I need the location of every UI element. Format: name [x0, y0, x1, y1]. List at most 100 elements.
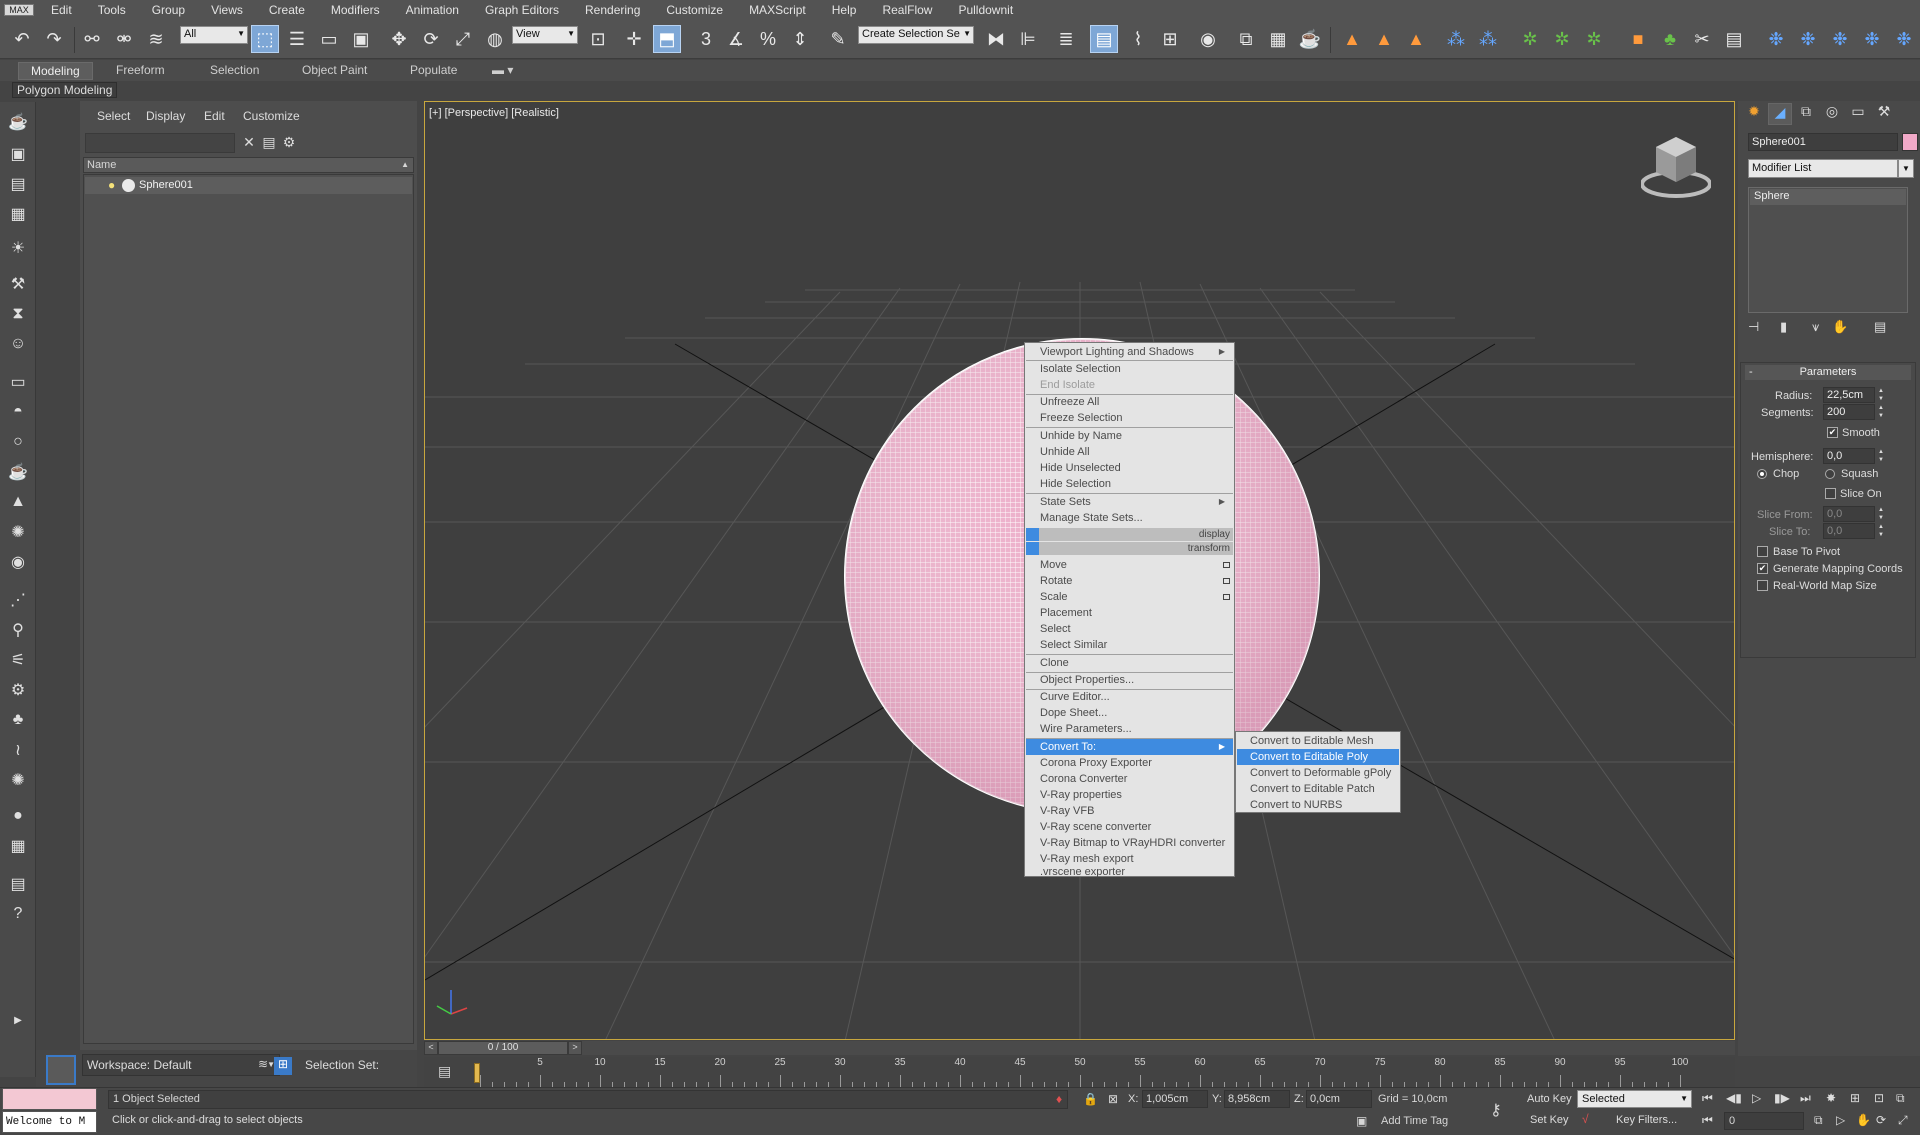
menu-realflow[interactable]: RealFlow	[869, 3, 945, 17]
menu-item-hide-selection[interactable]: Hide Selection	[1026, 476, 1233, 492]
current-frame-field[interactable]: 0	[1724, 1112, 1804, 1130]
menu-item-vray-bitmap-converter[interactable]: V-Ray Bitmap to VRayHDRI converter	[1026, 835, 1233, 851]
forest-pro-icon[interactable]: ■	[1624, 25, 1652, 53]
menu-item-vray-mesh-export[interactable]: V-Ray mesh export	[1026, 851, 1233, 867]
menu-maxscript[interactable]: MAXScript	[736, 3, 819, 17]
field-of-view-icon[interactable]: ⊡	[1874, 1091, 1884, 1105]
z-coordinate-field[interactable]: 0,0cm	[1306, 1090, 1372, 1108]
parameters-rollout-header[interactable]: - Parameters	[1745, 365, 1911, 380]
x-coordinate-field[interactable]: 1,005cm	[1142, 1090, 1208, 1108]
railclone-icon[interactable]: ♣	[1656, 25, 1684, 53]
object-color-swatch[interactable]	[1902, 133, 1918, 151]
set-key-button[interactable]: Set Key	[1530, 1114, 1569, 1126]
edit-named-selection-icon[interactable]: ✎	[824, 25, 852, 53]
absolute-mode-icon[interactable]: ⊠	[1108, 1092, 1118, 1106]
auto-key-button[interactable]: Auto Key	[1527, 1093, 1572, 1105]
maximize-viewport-icon[interactable]: ⧉	[1896, 1091, 1905, 1106]
time-config-icon[interactable]: ⧉	[1814, 1113, 1823, 1128]
menu-item-curve-editor[interactable]: Curve Editor...	[1026, 689, 1233, 705]
menu-rendering[interactable]: Rendering	[572, 3, 653, 17]
spinner-snap-icon[interactable]: ⇕	[786, 25, 814, 53]
document-icon[interactable]: ▤	[6, 872, 30, 896]
pulldownit-shatter-icon[interactable]: ⁂	[1474, 25, 1502, 53]
menu-item-unhide-by-name[interactable]: Unhide by Name	[1026, 428, 1233, 444]
key-mode-dropdown[interactable]: Selected	[1577, 1090, 1692, 1108]
tab-freeform[interactable]: Freeform	[104, 62, 177, 80]
place-icon[interactable]: ◍	[481, 25, 509, 53]
smooth-checkbox[interactable]: ✔	[1827, 427, 1838, 438]
generate-mapping-checkbox[interactable]: ✔	[1757, 563, 1768, 574]
vray-light-icon[interactable]: ❉	[1762, 25, 1790, 53]
menu-item-select-similar[interactable]: Select Similar	[1026, 637, 1233, 653]
time-slider-thumb[interactable]: 0 / 100	[438, 1041, 568, 1055]
mirror-icon[interactable]: ⧓	[982, 25, 1010, 53]
tab-object-paint[interactable]: Object Paint	[290, 62, 379, 80]
render-production-icon[interactable]: ☕	[1296, 25, 1324, 53]
menu-create[interactable]: Create	[256, 3, 318, 17]
people-icon[interactable]: ☺	[6, 332, 30, 356]
chop-radio[interactable]	[1757, 469, 1767, 479]
menu-item-vrscene-exporter[interactable]: .vrscene exporter	[1026, 867, 1233, 878]
workspace-dropdown[interactable]: Workspace: Default	[82, 1054, 280, 1076]
window-crossing-icon[interactable]: ▣	[347, 25, 375, 53]
clear-search-icon[interactable]: ✕	[240, 134, 258, 152]
material-editor-icon[interactable]: ◉	[1194, 25, 1222, 53]
explorer-menu-edit[interactable]: Edit	[204, 109, 225, 123]
vray-proxy-icon[interactable]: ❉	[1858, 25, 1886, 53]
selection-filter-dropdown[interactable]: All	[180, 26, 248, 44]
menu-graph-editors[interactable]: Graph Editors	[472, 3, 572, 17]
radius-spinner[interactable]: ▲ ▼	[1877, 387, 1885, 403]
menu-item-scale[interactable]: Scale	[1026, 589, 1233, 605]
schematic-view-icon[interactable]: ⊞	[1156, 25, 1184, 53]
curve-editor-icon[interactable]: ⌇	[1124, 25, 1152, 53]
create-tab-icon[interactable]: ✹	[1742, 103, 1766, 125]
camera-icon[interactable]: ▣	[6, 142, 30, 166]
sphere-icon[interactable]: ○	[6, 430, 30, 454]
bind-spacewarp-icon[interactable]: ≋	[142, 25, 170, 53]
notes-icon[interactable]: ▤	[6, 172, 30, 196]
light-bulb-icon[interactable]: ●	[108, 178, 115, 192]
explorer-column-header[interactable]: Name ▲	[83, 157, 414, 173]
vray-fur-icon[interactable]: ❉	[1890, 25, 1918, 53]
menu-customize[interactable]: Customize	[653, 3, 736, 17]
rig-icon[interactable]: ⚟	[6, 648, 30, 672]
submenu-item-editable-poly[interactable]: Convert to Editable Poly	[1237, 749, 1399, 765]
menu-item-rotate[interactable]: Rotate	[1026, 573, 1233, 589]
hierarchy-tab-icon[interactable]: ⧉	[1794, 103, 1818, 125]
menu-tools[interactable]: Tools	[85, 3, 139, 17]
mini-curve-editor-icon[interactable]: ▤	[438, 1063, 451, 1080]
add-time-tag-button[interactable]: Add Time Tag	[1381, 1115, 1448, 1127]
bone-icon[interactable]: ⚲	[6, 618, 30, 642]
layer-manager-icon[interactable]: ≣	[1052, 25, 1080, 53]
menu-group[interactable]: Group	[139, 3, 198, 17]
make-unique-icon[interactable]: ⩛	[1812, 319, 1819, 335]
configure-sets-icon[interactable]: ▤	[1874, 319, 1886, 335]
redo-icon[interactable]: ↷	[40, 25, 68, 53]
pan-icon[interactable]: ✋	[1856, 1113, 1871, 1127]
expand-arrow-icon[interactable]: ▶	[6, 1008, 30, 1032]
rendered-frame-window-icon[interactable]: ▦	[1264, 25, 1292, 53]
motion-tab-icon[interactable]: ◎	[1820, 103, 1844, 125]
orbit-icon[interactable]: ▷	[1836, 1113, 1845, 1127]
maxscript-mini-listener[interactable]	[2, 1088, 97, 1110]
menu-item-state-sets[interactable]: State Sets ▶	[1026, 494, 1233, 510]
menu-item-wire-parameters[interactable]: Wire Parameters...	[1026, 721, 1233, 737]
render-setup-icon[interactable]: ⧉	[1232, 25, 1260, 53]
zoom-extents-icon[interactable]: ✸	[1826, 1091, 1836, 1105]
explorer-menu-select[interactable]: Select	[97, 109, 130, 123]
align-icon[interactable]: ⊫	[1014, 25, 1042, 53]
segments-spinner[interactable]: ▲ ▼	[1877, 404, 1885, 420]
realflow-scene-icon[interactable]: ▲	[1402, 25, 1430, 53]
y-coordinate-field[interactable]: 8,958cm	[1224, 1090, 1290, 1108]
menu-help[interactable]: Help	[819, 3, 870, 17]
menu-item-isolate-selection[interactable]: Isolate Selection	[1026, 361, 1233, 377]
realflow-daemon-icon[interactable]: ▲	[1370, 25, 1398, 53]
submenu-item-editable-patch[interactable]: Convert to Editable Patch	[1237, 781, 1399, 797]
menu-item-manage-state-sets[interactable]: Manage State Sets...	[1026, 510, 1233, 526]
explorer-menu-display[interactable]: Display	[146, 109, 185, 123]
plant-icon[interactable]: ♣	[6, 708, 30, 732]
min-max-toggle-icon[interactable]: ⤢	[1898, 1113, 1908, 1128]
keyboard-shortcut-override-icon[interactable]: ⬒	[653, 25, 681, 53]
modifier-list-dropdown[interactable]: Modifier List	[1748, 159, 1898, 178]
hemisphere-spinner[interactable]: ▲ ▼	[1877, 448, 1885, 464]
